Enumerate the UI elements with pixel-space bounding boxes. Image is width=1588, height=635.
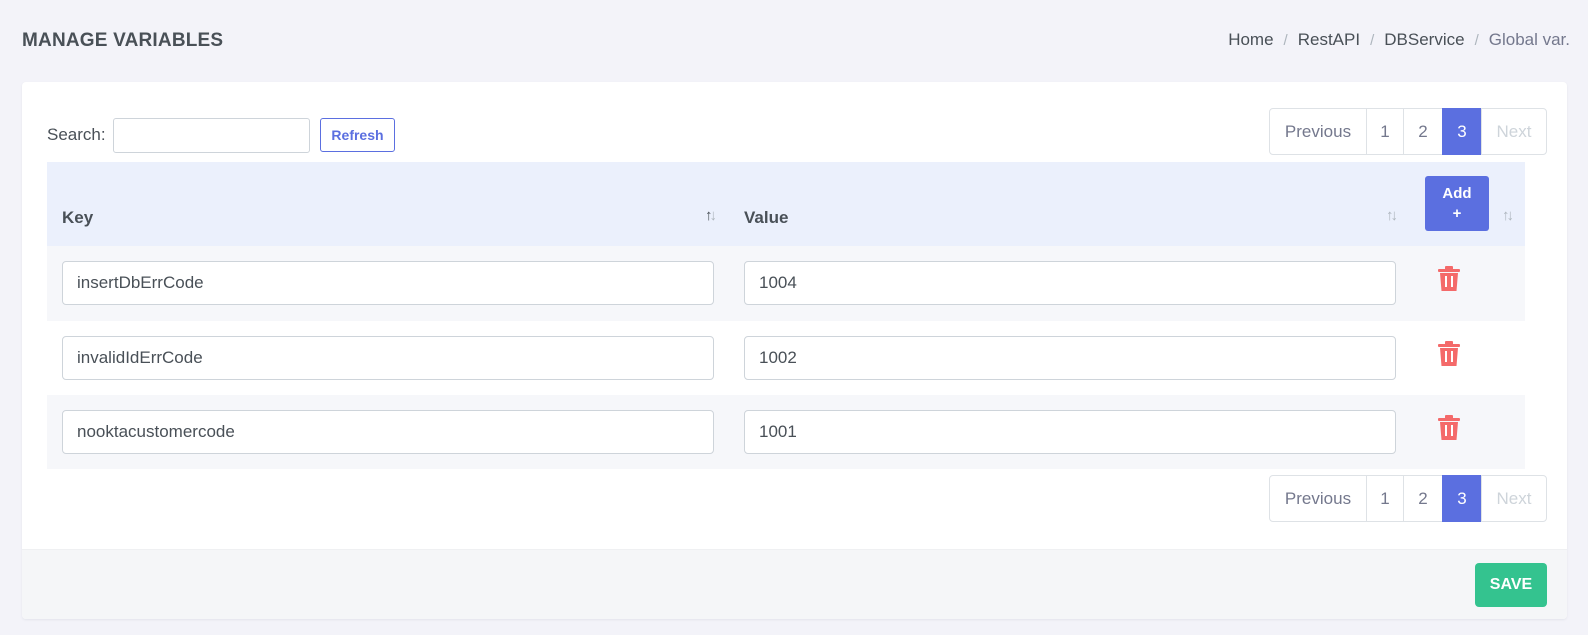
pagination-page-3[interactable]: 3 — [1442, 475, 1482, 522]
table-header: Key ↑↓ Value ↑↓ Add + ↑↓ — [47, 162, 1525, 246]
variables-table: Key ↑↓ Value ↑↓ Add + ↑↓ insertDbErrCode… — [47, 162, 1525, 469]
pagination-page-1[interactable]: 1 — [1366, 475, 1404, 522]
refresh-button[interactable]: Refresh — [320, 118, 395, 152]
breadcrumb-separator: / — [1474, 31, 1479, 49]
key-input[interactable]: insertDbErrCode — [62, 261, 714, 305]
table-row: insertDbErrCode 1004 — [47, 246, 1525, 321]
key-input[interactable]: invalidIdErrCode — [62, 336, 714, 380]
page-header: MANAGE VARIABLES Home / RestAPI / DBServ… — [0, 0, 1588, 82]
breadcrumb-restapi[interactable]: RestAPI — [1298, 30, 1360, 50]
breadcrumb-separator: / — [1283, 31, 1288, 49]
breadcrumb: Home / RestAPI / DBService / Global var. — [1228, 30, 1570, 50]
pagination-page-2[interactable]: 2 — [1403, 108, 1443, 155]
pagination-next[interactable]: Next — [1481, 475, 1547, 522]
save-button[interactable]: SAVE — [1475, 563, 1547, 607]
trash-icon[interactable] — [1437, 341, 1461, 367]
add-button-label: Add — [1442, 184, 1472, 202]
trash-icon[interactable] — [1437, 266, 1461, 292]
pagination-top: Previous 1 2 3 Next — [1269, 108, 1547, 155]
card-footer: SAVE — [22, 549, 1567, 619]
pagination-bottom: Previous 1 2 3 Next — [1269, 475, 1547, 522]
breadcrumb-home[interactable]: Home — [1228, 30, 1273, 50]
pagination-page-3[interactable]: 3 — [1442, 108, 1482, 155]
pagination-page-1[interactable]: 1 — [1366, 108, 1404, 155]
sort-arrows-icon[interactable]: ↑↓ — [1502, 207, 1514, 224]
key-input[interactable]: nooktacustomercode — [62, 410, 714, 454]
value-input[interactable]: 1001 — [744, 410, 1396, 454]
search-label: Search: — [47, 125, 106, 144]
pagination-page-2[interactable]: 2 — [1403, 475, 1443, 522]
breadcrumb-dbservice[interactable]: DBService — [1384, 30, 1464, 50]
add-variable-button[interactable]: Add + — [1425, 176, 1489, 231]
pagination-next[interactable]: Next — [1481, 108, 1547, 155]
table-row: nooktacustomercode 1001 — [47, 395, 1525, 469]
value-input[interactable]: 1004 — [744, 261, 1396, 305]
page-title: MANAGE VARIABLES — [22, 30, 224, 51]
breadcrumb-separator: / — [1370, 31, 1375, 49]
sort-arrows-icon[interactable]: ↑↓ — [705, 207, 717, 224]
search-input[interactable] — [113, 118, 310, 153]
pagination-previous[interactable]: Previous — [1269, 108, 1367, 155]
value-input[interactable]: 1002 — [744, 336, 1396, 380]
trash-icon[interactable] — [1437, 415, 1461, 441]
breadcrumb-current: Global var. — [1488, 30, 1570, 49]
plus-icon: + — [1452, 204, 1462, 222]
column-header-value[interactable]: Value — [744, 208, 788, 228]
table-row: invalidIdErrCode 1002 — [47, 321, 1525, 395]
pagination-previous[interactable]: Previous — [1269, 475, 1367, 522]
variables-card: Search: Refresh Previous 1 2 3 Next Key … — [22, 82, 1567, 619]
sort-arrows-icon[interactable]: ↑↓ — [1386, 207, 1398, 224]
column-header-key[interactable]: Key — [62, 208, 93, 228]
